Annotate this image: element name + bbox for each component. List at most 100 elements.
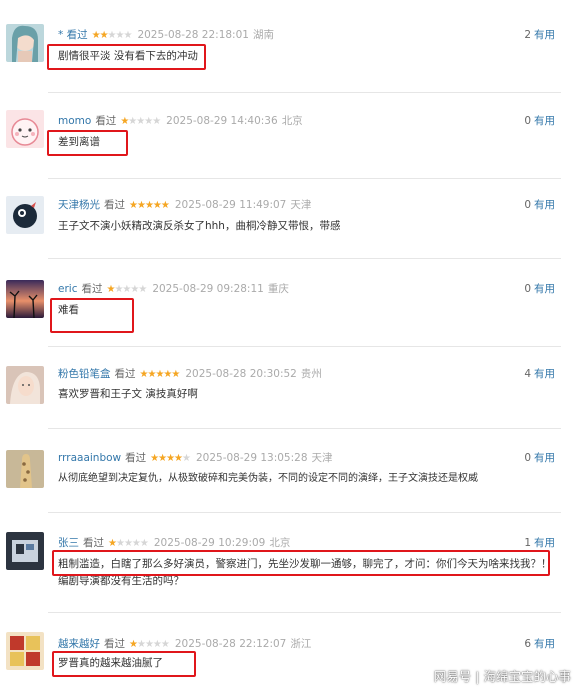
comment-meta: eric 看过 ★★★★★ 2025-08-29 09:28:11 重庆: [58, 281, 289, 297]
star-filled-icon: ★: [152, 200, 162, 211]
watermark-separator: |: [475, 669, 480, 684]
star-filled-icon: ★: [129, 639, 138, 650]
useful-vote-button[interactable]: 4 有用: [524, 366, 555, 382]
avatar-image: [6, 450, 44, 488]
divider: [48, 612, 561, 613]
comment-text: 王子文不演小妖精改演反杀女了hhh，曲桐冷静又带恨，带感: [58, 220, 341, 232]
comment-location: 北京: [281, 115, 303, 127]
watched-label: 看过: [104, 638, 125, 650]
comment-time: 2025-08-29 13:05:28: [195, 452, 308, 464]
star-empty-icon: ★: [136, 639, 146, 650]
star-filled-icon: ★: [129, 200, 138, 211]
rating-stars: ★★★★★: [129, 200, 170, 211]
avatar[interactable]: [6, 110, 44, 148]
avatar-image: [6, 280, 44, 318]
star-empty-icon: ★: [152, 639, 162, 650]
useful-vote-label: 有用: [534, 199, 555, 211]
useful-vote-button[interactable]: 0 有用: [524, 450, 555, 466]
watched-label: 看过: [95, 115, 117, 127]
useful-vote-count: 1: [524, 537, 531, 549]
rating-stars: ★★★★★: [150, 453, 191, 464]
avatar[interactable]: [6, 280, 44, 318]
star-empty-icon: ★: [144, 116, 153, 127]
star-empty-icon: ★: [182, 453, 191, 464]
divider: [48, 512, 561, 513]
comment-location: 天津: [311, 452, 333, 464]
comment-location: 重庆: [267, 283, 289, 295]
comment-meta: 张三 看过 ★★★★★ 2025-08-29 10:29:09 北京: [58, 535, 290, 551]
comment-location: 贵州: [300, 368, 322, 380]
avatar[interactable]: [6, 450, 44, 488]
username-link[interactable]: eric: [58, 283, 77, 295]
avatar[interactable]: [6, 196, 44, 234]
rating-stars: ★★★★★: [140, 369, 181, 380]
star-empty-icon: ★: [115, 538, 125, 549]
useful-vote-button[interactable]: 1 有用: [524, 535, 555, 551]
useful-vote-label: 有用: [534, 537, 555, 549]
useful-vote-label: 有用: [534, 283, 555, 295]
watermark-brand: 网易号: [433, 669, 472, 684]
useful-vote-count: 6: [524, 638, 531, 650]
divider: [48, 428, 561, 429]
username-link[interactable]: 越来越好: [58, 638, 100, 650]
useful-vote-button[interactable]: 0 有用: [524, 113, 555, 129]
comment-meta: 粉色铅笔盒 看过 ★★★★★ 2025-08-28 20:30:52 贵州: [58, 366, 322, 382]
watched-label: 看过: [125, 452, 147, 464]
star-filled-icon: ★: [150, 453, 159, 464]
star-filled-icon: ★: [91, 30, 101, 41]
comment-location: 浙江: [290, 638, 312, 650]
star-filled-icon: ★: [158, 453, 167, 464]
useful-vote-label: 有用: [534, 29, 555, 41]
rating-stars: ★★★★★: [91, 30, 133, 41]
useful-vote-count: 0: [524, 452, 531, 464]
avatar[interactable]: [6, 532, 44, 570]
comment-location: 北京: [269, 537, 291, 549]
avatar[interactable]: [6, 366, 44, 404]
comment-meta: 越来越好 看过 ★★★★★ 2025-08-28 22:12:07 浙江: [58, 636, 311, 652]
username-link[interactable]: 粉色铅笔盒: [58, 368, 111, 380]
useful-vote-button[interactable]: 0 有用: [524, 281, 555, 297]
star-filled-icon: ★: [160, 200, 170, 211]
comment-meta: momo 看过 ★★★★★ 2025-08-29 14:40:36 北京: [58, 113, 303, 129]
username-link[interactable]: momo: [58, 115, 91, 127]
username-link[interactable]: 张三: [58, 537, 79, 549]
avatar-image: [6, 366, 44, 404]
comment-time: 2025-08-29 09:28:11: [152, 283, 264, 295]
useful-vote-button[interactable]: 0 有用: [524, 197, 555, 213]
useful-vote-count: 0: [524, 199, 531, 211]
rating-stars: ★★★★★: [108, 538, 149, 549]
divider: [48, 258, 561, 259]
watched-label: 看过: [83, 537, 104, 549]
comment-location: 天津: [290, 199, 312, 211]
comment-time: 2025-08-28 20:30:52: [185, 368, 297, 380]
username-link[interactable]: rrraaainbow: [58, 452, 121, 464]
watched-label: 看过: [81, 283, 103, 295]
star-filled-icon: ★: [166, 453, 175, 464]
comment-time: 2025-08-28 22:12:07: [174, 638, 287, 650]
watermark: 网易号 | 海绵宝宝的心事: [434, 666, 571, 685]
rating-stars: ★★★★★: [106, 284, 147, 295]
star-filled-icon: ★: [136, 200, 146, 211]
avatar-image: [6, 196, 44, 234]
star-empty-icon: ★: [123, 30, 132, 41]
username-link[interactable]: * 看过: [58, 29, 88, 41]
avatar-image: [6, 110, 44, 148]
highlight-box: [50, 298, 134, 333]
comment-meta: * 看过 ★★★★★ 2025-08-28 22:18:01 湖南: [58, 27, 274, 43]
comment-text: 从彻底绝望到决定复仇，从极致破碎和完美伪装，不同的设定不同的演绎，王子文演技还是…: [58, 473, 478, 484]
highlight-box: [52, 550, 550, 576]
useful-vote-button[interactable]: 2 有用: [524, 27, 555, 43]
star-filled-icon: ★: [144, 200, 154, 211]
avatar-image: [6, 24, 44, 62]
avatar[interactable]: [6, 632, 44, 670]
avatar[interactable]: [6, 24, 44, 62]
username-link[interactable]: 天津杨光: [58, 199, 100, 211]
highlight-box: [47, 44, 206, 70]
star-filled-icon: ★: [108, 538, 117, 549]
rating-stars: ★★★★★: [129, 639, 170, 650]
star-empty-icon: ★: [138, 284, 147, 295]
star-empty-icon: ★: [144, 639, 154, 650]
comment-time: 2025-08-29 10:29:09: [153, 537, 266, 549]
comment-time: 2025-08-28 22:18:01: [137, 29, 249, 41]
useful-vote-button[interactable]: 6 有用: [524, 636, 555, 652]
